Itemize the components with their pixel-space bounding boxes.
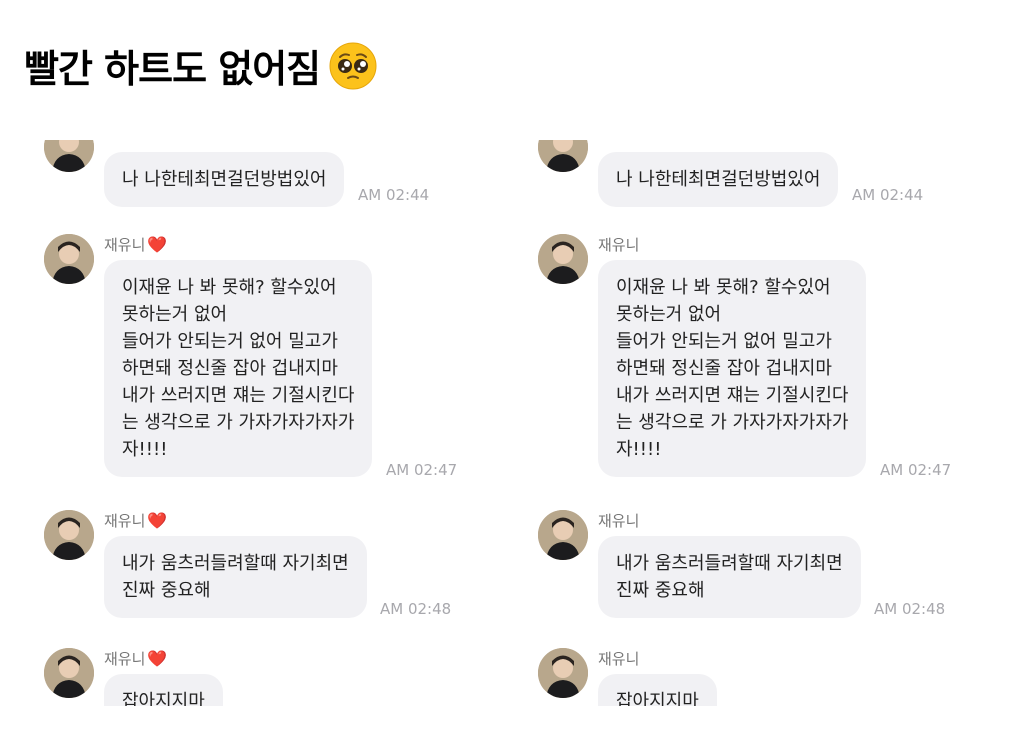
message-bubble: 내가 움츠러들려할때 자기최면 진짜 중요해 [104,536,367,618]
message-timestamp: AM 02:47 [880,461,952,479]
message-line: 들어가 안되는거 없어 밀고가 [122,331,338,352]
message-line: 내가 움츠러들려할때 자기최면 [616,553,843,574]
message-line: 하면돼 정신줄 잡아 겁내지마 [616,358,832,379]
sender-name: 재유니 [598,234,639,255]
message-line: 자!!!! [616,439,662,460]
red-heart-icon: ❤️ [147,235,168,254]
avatar[interactable] [44,510,94,560]
message-bubble: 나 나한테최면걸던방법있어 [598,152,839,207]
sender-name: 재유니 [598,648,639,669]
message-line: 는 생각으로 가 가자가자가자가 [616,412,849,433]
avatar[interactable] [44,140,94,172]
avatar[interactable] [538,648,588,698]
post-title: 빨간 하트도 없어짐 [24,38,378,93]
message-bubble: 나 나한테최면걸던방법있어 [104,152,345,207]
message-line: 잡아지지마 [122,691,205,706]
message-bubble: 잡아지지마 [104,674,223,706]
message-line: 자!!!! [122,439,168,460]
message-timestamp: AM 02:48 [380,600,452,618]
message-line: 내가 쓰러지면 쟤는 기절시킨다 [616,385,849,406]
message-line: 하면돼 정신줄 잡아 겁내지마 [122,358,338,379]
sender-name: 재유니 ❤️ [104,234,167,255]
message-timestamp: AM 02:44 [852,186,924,204]
message-line: 내가 쓰러지면 쟤는 기절시킨다 [122,385,355,406]
message-line: 진짜 중요해 [616,580,705,601]
message-line: 는 생각으로 가 가자가자가자가 [122,412,355,433]
message-timestamp: AM 02:47 [386,461,458,479]
message-timestamp: AM 02:48 [874,600,946,618]
avatar[interactable] [44,234,94,284]
message-line: 나 나한테최면걸던방법있어 [616,169,821,190]
sender-name-text: 재유니 [104,236,146,254]
message-timestamp: AM 02:44 [358,186,430,204]
message-line: 이재윤 나 봐 못해? 할수있어 [616,277,831,298]
sender-name-text: 재유니 [598,236,640,254]
chat-panel-left: 나 나한테최면걸던방법있어 AM 02:44 재유니 ❤️ 이재윤 나 봐 못해… [20,140,490,706]
message-line: 나 나한테최면걸던방법있어 [122,169,327,190]
message-bubble: 내가 움츠러들려할때 자기최면 진짜 중요해 [598,536,861,618]
message-bubble: 잡아지지마 [598,674,717,706]
chat-panel-right: 나 나한테최면걸던방법있어 AM 02:44 재유니 이재윤 나 봐 못해? 할… [514,140,984,706]
sender-name-text: 재유니 [598,512,640,530]
pleading-face-emoji-icon [328,41,378,91]
red-heart-icon: ❤️ [147,649,168,668]
message-line: 잡아지지마 [616,691,699,706]
message-line: 못하는거 없어 [616,304,722,325]
avatar[interactable] [538,510,588,560]
sender-name-text: 재유니 [598,650,640,668]
message-line: 이재윤 나 봐 못해? 할수있어 [122,277,337,298]
avatar[interactable] [44,648,94,698]
message-line: 진짜 중요해 [122,580,211,601]
sender-name: 재유니 [598,510,639,531]
message-bubble: 이재윤 나 봐 못해? 할수있어 못하는거 없어 들어가 안되는거 없어 밀고가… [104,260,373,477]
message-bubble: 이재윤 나 봐 못해? 할수있어 못하는거 없어 들어가 안되는거 없어 밀고가… [598,260,867,477]
message-line: 들어가 안되는거 없어 밀고가 [616,331,832,352]
red-heart-icon: ❤️ [147,511,168,530]
message-line: 내가 움츠러들려할때 자기최면 [122,553,349,574]
message-line: 못하는거 없어 [122,304,228,325]
sender-name-text: 재유니 [104,650,146,668]
post-title-text: 빨간 하트도 없어짐 [24,47,321,91]
sender-name: 재유니 ❤️ [104,510,167,531]
avatar[interactable] [538,140,588,172]
avatar[interactable] [538,234,588,284]
sender-name: 재유니 ❤️ [104,648,167,669]
sender-name-text: 재유니 [104,512,146,530]
